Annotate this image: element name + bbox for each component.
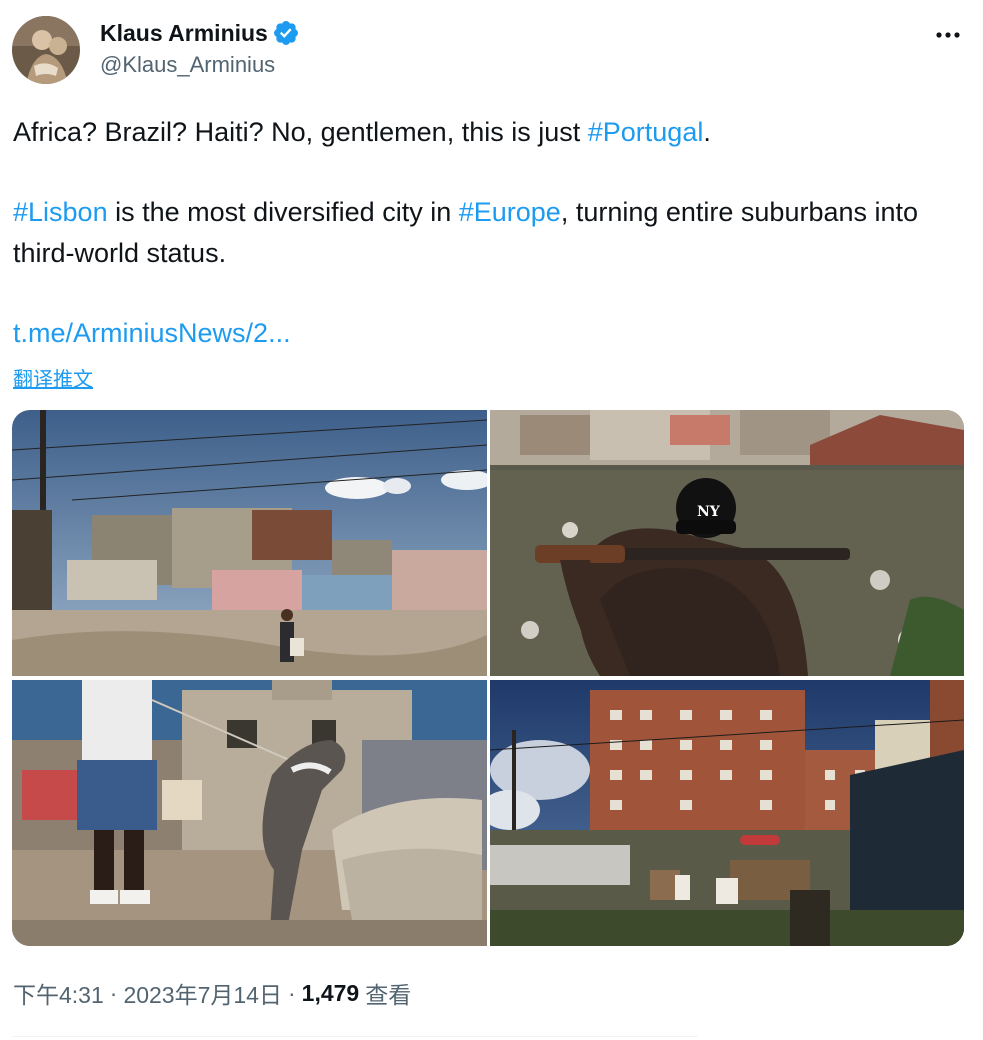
photo-1[interactable] [12, 410, 487, 676]
photo-4[interactable] [490, 680, 964, 946]
translate-tweet-link[interactable]: 翻译推文 [13, 363, 93, 392]
media-grid: NY [12, 410, 964, 946]
tweet-meta: 下午4:31 · 2023年7月14日 · 1,479 查看 [13, 976, 411, 1010]
meta-separator: · [287, 979, 296, 1006]
tweet-time[interactable]: 下午4:31 [13, 976, 104, 1010]
author-display-name[interactable]: Klaus Arminius [100, 20, 268, 47]
tweet-line-1: Africa? Brazil? Haiti? No, gentlemen, th… [13, 112, 968, 153]
divider [12, 1036, 698, 1037]
meta-separator: · [109, 979, 118, 1006]
views-count: 1,479 [301, 979, 360, 1006]
more-horizontal-icon [936, 32, 960, 38]
svg-text:NY: NY [697, 504, 721, 520]
tweet-date[interactable]: 2023年7月14日 [123, 976, 282, 1010]
tweet-text-segment: is the most diversified city in [107, 197, 459, 227]
tweet-text: Africa? Brazil? Haiti? No, gentlemen, th… [13, 112, 968, 354]
avatar-image [12, 16, 80, 84]
photo-2[interactable]: NY [490, 410, 964, 676]
hashtag-lisbon[interactable]: #Lisbon [13, 197, 108, 227]
tweet-link[interactable]: t.me/ArminiusNews/2... [13, 318, 291, 348]
photo-3[interactable] [12, 680, 487, 946]
tweet-text-segment: Africa? Brazil? Haiti? No, gentlemen, th… [13, 117, 588, 147]
verified-badge-icon[interactable] [272, 19, 300, 47]
hashtag-portugal[interactable]: #Portugal [588, 117, 704, 147]
author-name-row: Klaus Arminius [100, 16, 300, 50]
hashtag-europe[interactable]: #Europe [459, 197, 561, 227]
tweet-text-segment: . [703, 117, 711, 147]
author-handle[interactable]: @Klaus_Arminius [100, 52, 275, 78]
avatar[interactable] [12, 16, 80, 84]
views-label: 查看 [365, 982, 412, 1008]
more-options-button[interactable] [933, 20, 963, 50]
tweet-line-2: #Lisbon is the most diversified city in … [13, 192, 968, 274]
